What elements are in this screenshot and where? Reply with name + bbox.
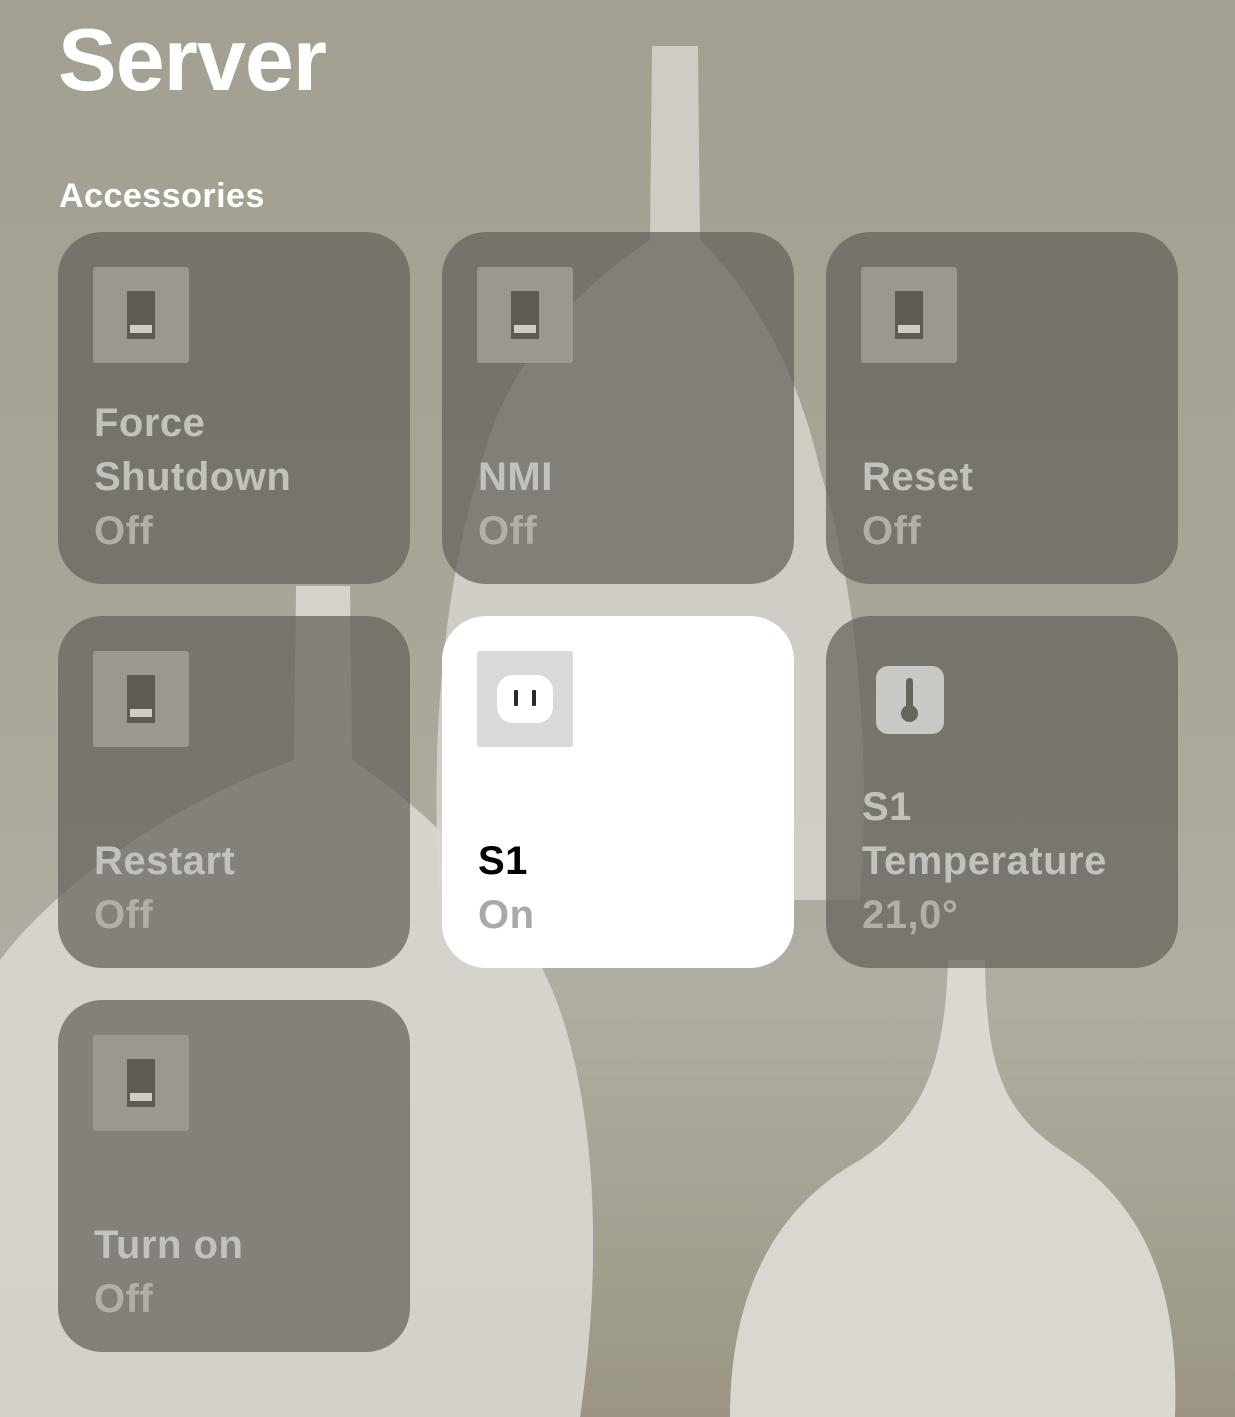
tile-state: 21,0° bbox=[862, 893, 959, 937]
tile-name: NMI bbox=[478, 455, 553, 499]
tile-nmi[interactable]: NMI Off bbox=[442, 232, 794, 584]
tile-state: Off bbox=[94, 1277, 154, 1321]
page-title: Server bbox=[58, 10, 327, 109]
tile-s1-outlet[interactable]: S1 On bbox=[442, 616, 794, 968]
tile-state: Off bbox=[478, 509, 538, 553]
switch-icon bbox=[477, 267, 573, 363]
tile-state: Off bbox=[94, 893, 154, 937]
tile-name: S1 Temperature bbox=[862, 785, 1107, 883]
thermometer-icon bbox=[876, 666, 944, 734]
tile-state: Off bbox=[862, 509, 922, 553]
switch-icon bbox=[93, 267, 189, 363]
tile-reset[interactable]: Reset Off bbox=[826, 232, 1178, 584]
tile-state: Off bbox=[94, 509, 154, 553]
switch-icon bbox=[861, 267, 957, 363]
tile-name: S1 bbox=[478, 839, 528, 883]
tile-force-shutdown[interactable]: Force Shutdown Off bbox=[58, 232, 410, 584]
tile-turn-on[interactable]: Turn on Off bbox=[58, 1000, 410, 1352]
tile-name: Turn on bbox=[94, 1223, 244, 1267]
outlet-icon bbox=[477, 651, 573, 747]
switch-icon bbox=[93, 1035, 189, 1131]
tile-s1-temperature[interactable]: S1 Temperature 21,0° bbox=[826, 616, 1178, 968]
tile-name: Reset bbox=[862, 455, 974, 499]
tile-name: Restart bbox=[94, 839, 236, 883]
tile-name: Force Shutdown bbox=[94, 401, 292, 499]
tile-restart[interactable]: Restart Off bbox=[58, 616, 410, 968]
section-title-accessories: Accessories bbox=[59, 177, 265, 215]
tile-state: On bbox=[478, 893, 535, 937]
switch-icon bbox=[93, 651, 189, 747]
